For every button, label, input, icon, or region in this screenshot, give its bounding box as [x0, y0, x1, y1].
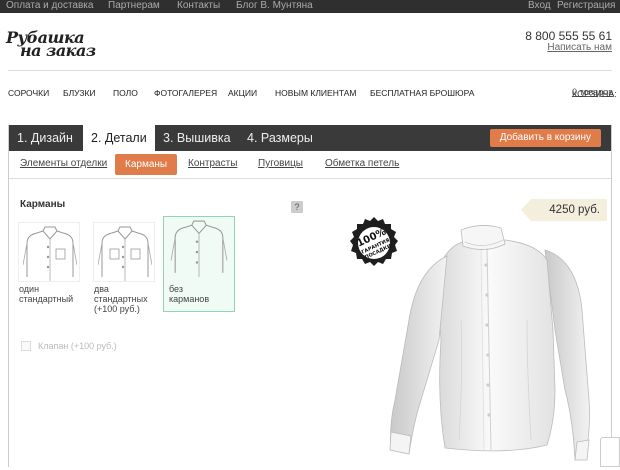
flap-checkbox-label: Клапан (+100 руб.)	[38, 341, 117, 351]
pocket-option-two-label: два стандартных (+100 руб.)	[94, 284, 148, 314]
subtab-trim-elements[interactable]: Элементы отделки	[20, 158, 107, 169]
top-bar: Оплата и доставка Партнерам Контакты Бло…	[0, 0, 620, 13]
pocket-option-none-line2: карманов	[169, 294, 209, 304]
phone-number: 8 800 555 55 61	[525, 29, 612, 43]
pocket-option-one[interactable]	[18, 222, 80, 282]
flap-checkbox[interactable]	[21, 341, 31, 351]
nav-item-blouses[interactable]: БЛУЗКИ	[63, 88, 96, 98]
price-tag: 4250 руб.	[531, 199, 607, 221]
nav-item-new-clients[interactable]: НОВЫМ КЛИЕНТАМ	[275, 88, 357, 98]
logo-line-2: на заказ	[6, 44, 96, 57]
tab-design[interactable]: 1. Дизайн	[9, 125, 81, 151]
section-title: Карманы	[20, 199, 65, 210]
detail-subtabs: Элементы отделки Карманы Контрасты Пугов…	[9, 151, 611, 179]
shirt-no-pockets-icon	[168, 219, 230, 277]
nav-item-promo[interactable]: АКЦИИ	[228, 88, 257, 98]
subtab-contrasts[interactable]: Контрасты	[188, 158, 237, 169]
constructor-panel: 1. Дизайн 2. Детали 3. Вышивка 4. Размер…	[8, 125, 612, 467]
main-nav: СОРОЧКИ БЛУЗКИ ПОЛО ФОТОГАЛЕРЕЯ АКЦИИ НО…	[0, 86, 620, 100]
shirt-two-pockets-icon	[98, 225, 152, 281]
blouse-preview-image	[377, 220, 607, 465]
subtab-buttons[interactable]: Пуговицы	[258, 158, 303, 169]
pocket-option-none[interactable]: без карманов	[163, 216, 235, 312]
add-to-cart-button[interactable]: Добавить в корзину	[490, 129, 601, 147]
register-link[interactable]: Регистрация	[557, 0, 615, 11]
nav-item-gallery[interactable]: ФОТОГАЛЕРЕЯ	[154, 88, 217, 98]
pocket-option-two-line1: два	[94, 284, 148, 294]
pocket-option-two[interactable]	[93, 222, 155, 282]
tab-details[interactable]: 2. Детали	[83, 125, 155, 151]
subtab-buttonholes[interactable]: Обметка петель	[325, 158, 399, 169]
pocket-option-one-line1: один	[19, 284, 73, 294]
cart-summary[interactable]: КОРЗИНА: 0 товаров	[572, 87, 613, 97]
cart-label: КОРЗИНА:	[572, 89, 617, 99]
shirt-preview	[377, 220, 607, 470]
topbar-link-contacts[interactable]: Контакты	[177, 0, 220, 11]
write-us-link[interactable]: Написать нам	[547, 42, 612, 53]
header-divider	[8, 70, 612, 71]
help-icon[interactable]: ?	[291, 201, 303, 213]
login-link[interactable]: Вход	[528, 0, 551, 11]
shirt-one-pocket-icon	[23, 225, 77, 281]
nav-item-shirts[interactable]: СОРОЧКИ	[8, 88, 49, 98]
pocket-option-none-label: без карманов	[169, 284, 209, 304]
topbar-link-payment[interactable]: Оплата и доставка	[6, 0, 93, 11]
feedback-widget-icon[interactable]	[600, 437, 620, 467]
nav-item-brochure[interactable]: БЕСПЛАТНАЯ БРОШЮРА	[370, 88, 474, 98]
header: Рубашка на заказ 8 800 555 55 61 Написат…	[0, 13, 620, 73]
subtab-pockets[interactable]: Карманы	[115, 154, 177, 175]
topbar-link-partners[interactable]: Партнерам	[108, 0, 160, 11]
pocket-option-one-line2: стандартный	[19, 294, 73, 304]
pocket-option-two-line3: (+100 руб.)	[94, 304, 148, 314]
topbar-link-blog[interactable]: Блог В. Мунтяна	[236, 0, 313, 11]
pocket-option-none-line1: без	[169, 284, 209, 294]
pocket-option-two-line2: стандартных	[94, 294, 148, 304]
site-logo[interactable]: Рубашка на заказ	[6, 31, 96, 57]
step-tabs: 1. Дизайн 2. Детали 3. Вышивка 4. Размер…	[9, 125, 611, 151]
tab-embroidery[interactable]: 3. Вышивка	[155, 125, 239, 151]
nav-item-polo[interactable]: ПОЛО	[113, 88, 138, 98]
tab-sizes[interactable]: 4. Размеры	[239, 125, 321, 151]
pocket-option-one-label: один стандартный	[19, 284, 73, 304]
